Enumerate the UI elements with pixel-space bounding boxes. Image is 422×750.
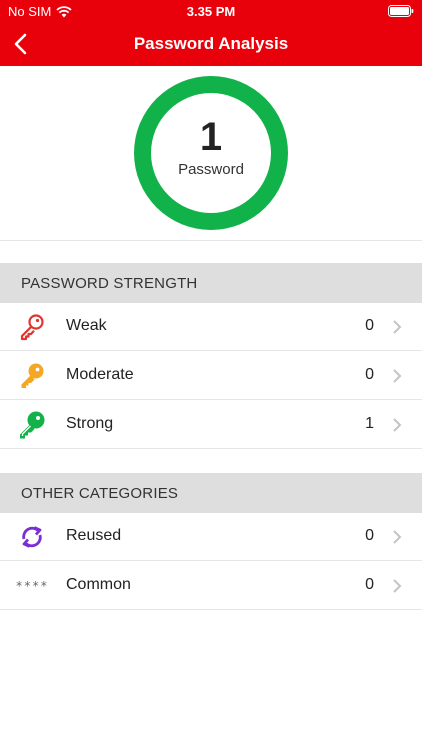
- chevron-right-icon: [393, 369, 402, 383]
- key-moderate-icon: [17, 361, 47, 391]
- password-count-ring: 1 Password: [134, 76, 288, 230]
- row-label: Moderate: [66, 366, 134, 383]
- password-summary: 1 Password: [0, 66, 422, 240]
- row-label: Common: [66, 576, 131, 593]
- row-common[interactable]: **** Common 0: [0, 562, 422, 610]
- row-count: 1: [365, 415, 374, 432]
- row-count: 0: [365, 317, 374, 334]
- row-count: 0: [365, 366, 374, 383]
- chevron-right-icon: [393, 418, 402, 432]
- password-count: 1: [199, 115, 223, 159]
- row-label: Reused: [66, 527, 122, 544]
- status-bar: No SIM 3.35 PM: [0, 0, 422, 22]
- status-time: 3.35 PM: [186, 4, 236, 19]
- section-header-other-categories: OTHER CATEGORIES: [0, 473, 422, 513]
- page-title: Password Analysis: [133, 34, 289, 53]
- chevron-right-icon: [393, 320, 402, 334]
- navigation-bar: Password Analysis: [0, 22, 422, 66]
- section-header-password-strength: PASSWORD STRENGTH: [0, 263, 422, 303]
- section-title: OTHER CATEGORIES: [21, 485, 179, 502]
- row-moderate[interactable]: Moderate 0: [0, 352, 422, 400]
- row-weak[interactable]: Weak 0: [0, 303, 422, 351]
- battery-icon: [388, 5, 414, 17]
- divider: [0, 240, 422, 241]
- chevron-right-icon: [393, 530, 402, 544]
- key-weak-icon: [17, 312, 47, 342]
- chevron-right-icon: [393, 579, 402, 593]
- row-reused[interactable]: Reused 0: [0, 513, 422, 561]
- ring-center: 1 Password: [151, 93, 271, 213]
- row-count: 0: [365, 576, 374, 593]
- row-strong[interactable]: Strong 1: [0, 401, 422, 449]
- asterisks-icon: ****: [15, 579, 49, 593]
- reuse-icon: [17, 522, 47, 552]
- row-count: 0: [365, 527, 374, 544]
- key-strong-icon: [17, 410, 47, 440]
- row-label: Weak: [66, 317, 107, 334]
- section-title: PASSWORD STRENGTH: [21, 275, 198, 292]
- password-count-label: Password: [178, 161, 244, 178]
- row-label: Strong: [66, 415, 114, 432]
